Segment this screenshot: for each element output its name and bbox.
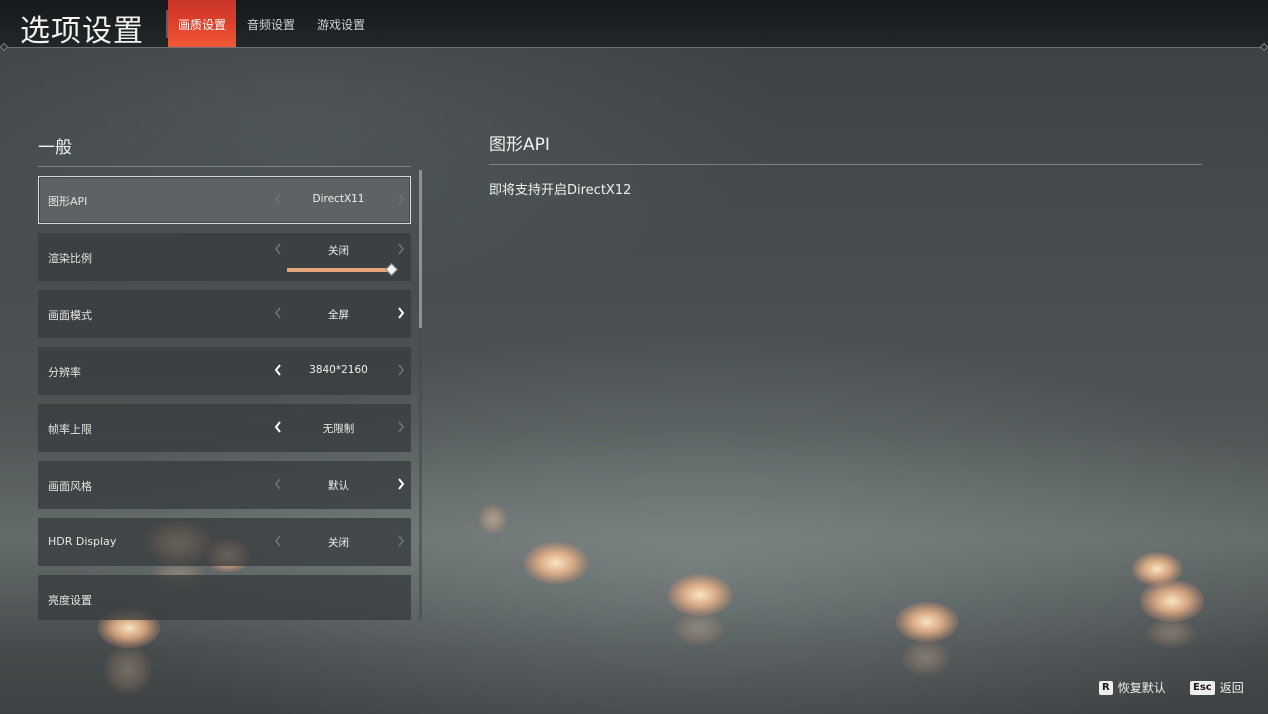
tab-audio[interactable]: 音频设置: [236, 0, 306, 48]
lantern-reflection: [674, 612, 724, 646]
setting-value: DirectX11: [312, 193, 365, 205]
lantern-reflection: [1146, 618, 1196, 648]
setting-label: 分辨率: [48, 366, 81, 379]
tab-game[interactable]: 游戏设置: [306, 0, 376, 48]
tab-graphics[interactable]: 画质设置: [168, 0, 236, 48]
setting-label: 图形API: [48, 195, 88, 208]
setting-row-resolution[interactable]: 分辨率 3840*2160: [38, 347, 411, 395]
reset-defaults-label: 恢复默认: [1117, 681, 1166, 695]
setting-label: 帧率上限: [48, 423, 92, 436]
slider-handle[interactable]: [385, 263, 398, 276]
setting-row-hdr-display[interactable]: HDR Display 关闭: [38, 518, 411, 566]
lantern-light: [524, 542, 588, 584]
back-button[interactable]: Esc 返回: [1190, 679, 1244, 696]
reset-defaults-button[interactable]: R 恢复默认: [1099, 679, 1166, 696]
description-title: 图形API: [489, 135, 550, 155]
setting-value: 默认: [328, 480, 349, 492]
chevron-right-icon[interactable]: [395, 476, 407, 492]
setting-label: 画面风格: [48, 480, 92, 493]
key-r-icon: R: [1099, 680, 1113, 695]
lantern-light: [896, 602, 958, 642]
setting-label: 画面模式: [48, 309, 92, 322]
section-title: 一般: [38, 138, 72, 158]
lantern-light: [668, 574, 732, 616]
page-title: 选项设置: [20, 14, 144, 49]
setting-value: 3840*2160: [309, 364, 368, 376]
lantern-light: [478, 504, 508, 534]
chevron-left-icon[interactable]: [272, 476, 284, 492]
chevron-right-icon[interactable]: [395, 533, 407, 549]
chevron-left-icon[interactable]: [272, 419, 284, 435]
setting-row-render-scale[interactable]: 渲染比例 关闭: [38, 233, 411, 281]
lantern-reflection: [902, 640, 950, 676]
setting-label: 渲染比例: [48, 252, 92, 265]
chevron-right-icon[interactable]: [395, 362, 407, 378]
back-label: 返回: [1219, 681, 1244, 695]
setting-row-frame-rate-limit[interactable]: 帧率上限 无限制: [38, 404, 411, 452]
setting-value: 无限制: [322, 423, 355, 435]
setting-value: 关闭: [328, 245, 349, 257]
lantern-reflection: [104, 645, 152, 695]
setting-label: 亮度设置: [48, 594, 92, 607]
top-bar: 选项设置 画质设置 音频设置 游戏设置: [0, 0, 1268, 49]
setting-value: 全屏: [328, 309, 349, 321]
setting-row-visual-style[interactable]: 画面风格 默认: [38, 461, 411, 509]
setting-row-display-mode[interactable]: 画面模式 全屏: [38, 290, 411, 338]
chevron-left-icon[interactable]: [272, 533, 284, 549]
settings-scrollbar[interactable]: [419, 170, 422, 620]
chevron-left-icon[interactable]: [272, 305, 284, 321]
chevron-right-icon[interactable]: [395, 305, 407, 321]
section-divider: [38, 166, 411, 167]
chevron-left-icon[interactable]: [272, 241, 284, 257]
scrollbar-thumb[interactable]: [419, 170, 422, 328]
description-divider: [489, 164, 1202, 165]
setting-row-graphics-api[interactable]: 图形API DirectX11: [38, 176, 411, 224]
header-divider: [4, 47, 1264, 48]
description-text: 即将支持开启DirectX12: [489, 183, 632, 198]
chevron-right-icon[interactable]: [395, 241, 407, 257]
setting-value: 关闭: [328, 537, 349, 549]
key-esc-icon: Esc: [1190, 680, 1215, 695]
settings-list: 图形API DirectX11 渲染比例 关闭 画面模式 全屏 分辨率 3840…: [38, 176, 411, 620]
lantern-light: [1140, 580, 1204, 622]
setting-row-brightness[interactable]: 亮度设置: [38, 575, 411, 620]
settings-tabs: 画质设置 音频设置 游戏设置: [168, 0, 376, 48]
setting-label: HDR Display: [48, 535, 117, 548]
chevron-left-icon[interactable]: [272, 362, 284, 378]
chevron-right-icon[interactable]: [395, 191, 407, 207]
chevron-left-icon[interactable]: [272, 191, 284, 207]
render-scale-slider[interactable]: [287, 268, 391, 272]
chevron-right-icon[interactable]: [395, 419, 407, 435]
